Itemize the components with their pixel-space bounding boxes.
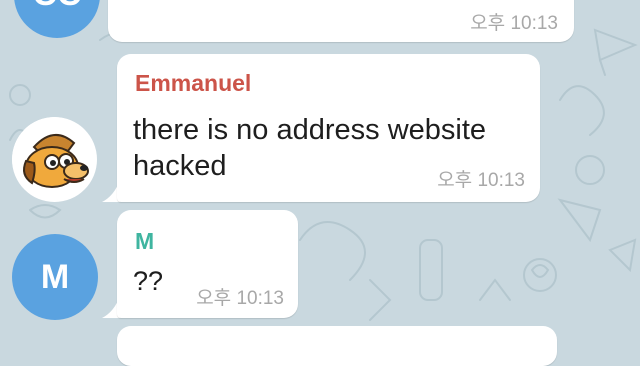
message-time: 오후 10:13 [470, 13, 558, 34]
message-bubble[interactable] [117, 326, 557, 366]
avatar-initials: M [40, 257, 70, 296]
message-text: there is no address website [133, 114, 487, 146]
message-time: 오후 10:13 [196, 288, 284, 309]
message-time: 오후 10:13 [437, 170, 525, 191]
avatar-initials: CC [32, 0, 81, 14]
avatar[interactable]: M [12, 234, 98, 320]
message-bubble[interactable]: 오후 10:13 [108, 0, 574, 42]
avatar[interactable] [12, 117, 97, 202]
sender-name[interactable]: M [135, 228, 154, 255]
message-bubble[interactable]: Emmanuel there is no address website hac… [117, 54, 540, 202]
cartoon-dog-avatar-icon [12, 117, 96, 201]
message-text: hacked [133, 150, 227, 182]
message-text: ?? [133, 266, 164, 296]
sender-name[interactable]: Emmanuel [135, 70, 251, 97]
message-bubble[interactable]: M ?? 오후 10:13 [117, 210, 298, 318]
